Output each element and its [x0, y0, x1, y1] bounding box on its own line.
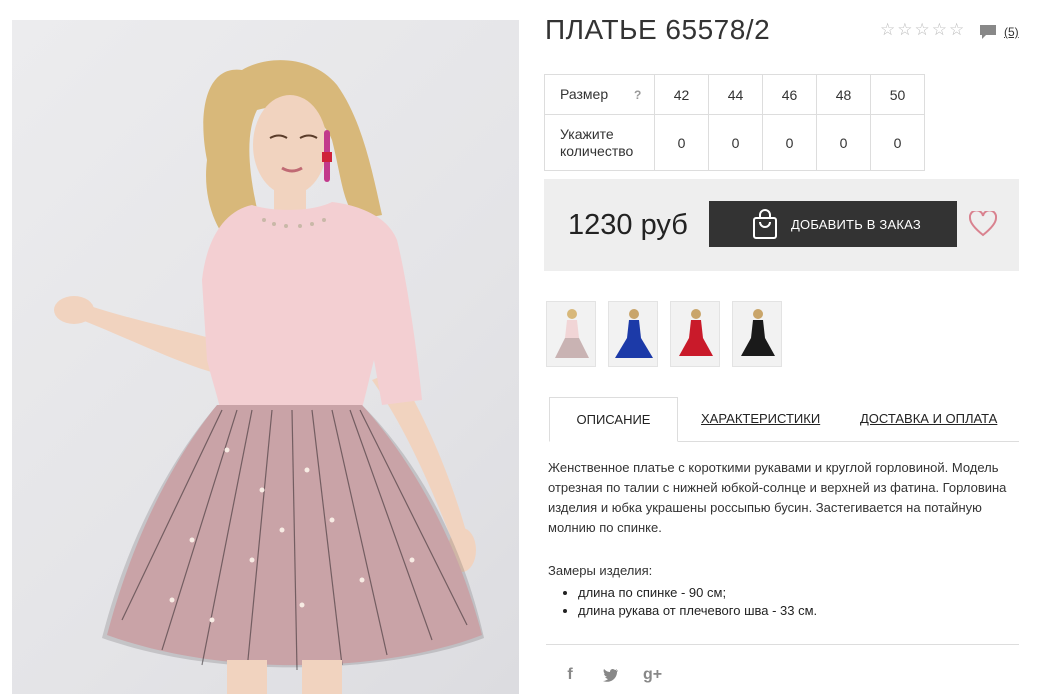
comments-count-link[interactable]: (5): [1004, 25, 1019, 39]
help-icon[interactable]: ?: [634, 87, 641, 104]
thumbnail-blue[interactable]: [608, 301, 658, 367]
star-icon[interactable]: ☆: [932, 21, 947, 39]
social-share: f g+: [561, 666, 662, 684]
list-item: длина по спинке - 90 см;: [578, 584, 817, 602]
quantity-input[interactable]: 0: [654, 114, 709, 171]
thumbnail-red[interactable]: [670, 301, 720, 367]
quantity-input[interactable]: 0: [708, 114, 763, 171]
quantity-input[interactable]: 0: [762, 114, 817, 171]
quantity-label: Укажите количество: [544, 114, 655, 171]
comment-icon[interactable]: [979, 24, 997, 40]
measures-title: Замеры изделия:: [548, 563, 653, 578]
product-main-photo[interactable]: [12, 20, 519, 694]
size-cell: 50: [870, 74, 925, 115]
product-tabs: ОПИСАНИЕ ХАРАКТЕРИСТИКИ ДОСТАВКА И ОПЛАТ…: [549, 397, 1019, 442]
size-cell: 48: [816, 74, 871, 115]
price: 1230 руб: [568, 209, 688, 241]
facebook-icon[interactable]: f: [561, 666, 579, 684]
thumbnail-black[interactable]: [732, 301, 782, 367]
quantity-input[interactable]: 0: [816, 114, 871, 171]
size-cell: 42: [654, 74, 709, 115]
size-cell: 46: [762, 74, 817, 115]
add-to-order-button[interactable]: ДОБАВИТЬ В ЗАКАЗ: [709, 201, 957, 247]
thumbnail-pink[interactable]: [546, 301, 596, 367]
add-to-order-label: ДОБАВИТЬ В ЗАКАЗ: [791, 216, 921, 232]
quantity-row: Укажите количество 0 0 0 0 0: [544, 114, 925, 171]
tab-description[interactable]: ОПИСАНИЕ: [549, 397, 678, 442]
thumbnail-list: [546, 301, 782, 367]
price-box: 1230 руб ДОБАВИТЬ В ЗАКАЗ: [544, 179, 1019, 271]
star-icon[interactable]: ☆: [915, 21, 930, 39]
product-title: ПЛАТЬЕ 65578/2: [545, 14, 771, 45]
twitter-icon[interactable]: [603, 668, 619, 682]
tab-delivery-payment[interactable]: ДОСТАВКА И ОПЛАТА: [860, 397, 997, 442]
size-label-cell: Размер ?: [544, 74, 655, 115]
divider: [546, 644, 1019, 645]
star-icon[interactable]: ☆: [949, 21, 964, 39]
heart-icon[interactable]: [969, 211, 997, 237]
size-cell: 44: [708, 74, 763, 115]
rating-stars[interactable]: ☆ ☆ ☆ ☆ ☆: [880, 21, 964, 39]
size-label: Размер: [560, 85, 609, 102]
star-icon[interactable]: ☆: [880, 21, 895, 39]
quantity-input[interactable]: 0: [870, 114, 925, 171]
size-row: Размер ? 42 44 46 48 50: [544, 74, 925, 115]
measures-list: длина по спинке - 90 см; длина рукава от…: [578, 584, 817, 620]
product-description: Женственное платье с короткими рукавами …: [548, 460, 1007, 535]
size-table: Размер ? 42 44 46 48 50 Укажите количест…: [544, 74, 925, 171]
tab-characteristics[interactable]: ХАРАКТЕРИСТИКИ: [701, 397, 820, 442]
star-icon[interactable]: ☆: [897, 21, 912, 39]
list-item: длина рукава от плечевого шва - 33 см.: [578, 602, 817, 620]
google-plus-icon[interactable]: g+: [643, 666, 662, 684]
shopping-bag-icon: [753, 209, 777, 239]
